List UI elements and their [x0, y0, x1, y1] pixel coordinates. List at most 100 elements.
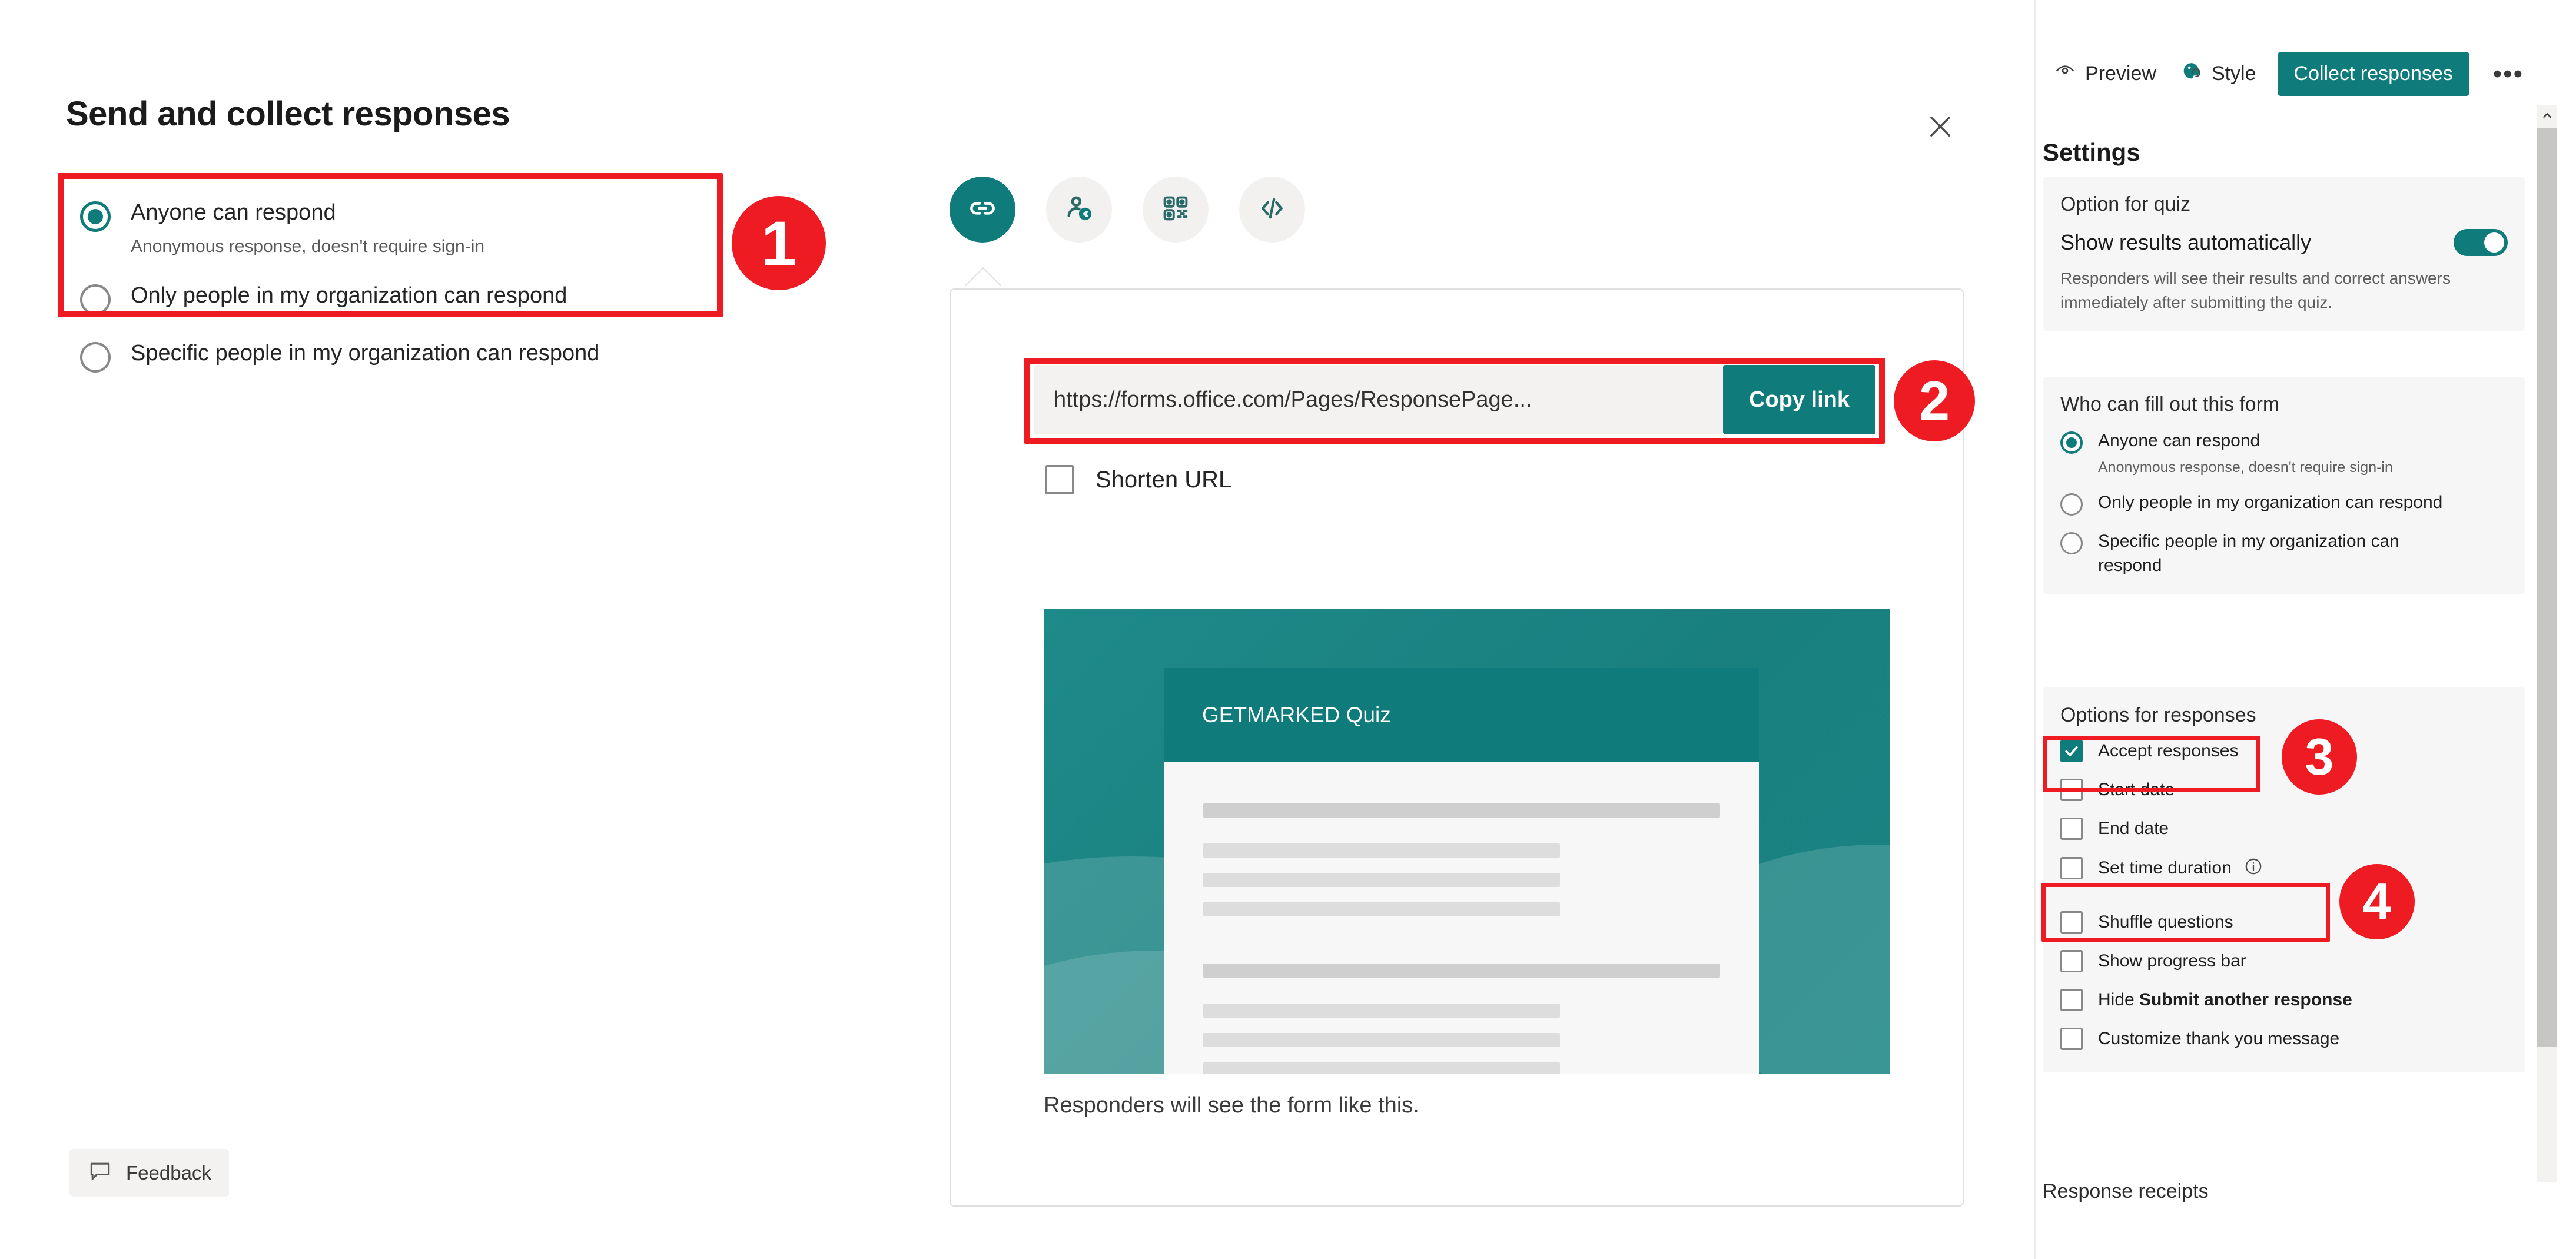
- eye-icon: [2054, 61, 2076, 87]
- audience-option-label: Anyone can respond: [131, 200, 336, 225]
- settings-audience-org[interactable]: Only people in my organization can respo…: [2060, 491, 2508, 516]
- option-customize-thank-you[interactable]: Customize thank you message: [2060, 1028, 2508, 1050]
- checkbox-start-date[interactable]: [2060, 779, 2083, 801]
- feedback-button[interactable]: Feedback: [69, 1149, 229, 1197]
- settings-group-audience: Who can fill out this form Anyone can re…: [2043, 377, 2525, 594]
- option-label: Shuffle questions: [2098, 912, 2233, 932]
- show-results-toggle[interactable]: [2454, 229, 2508, 256]
- page-title: Send and collect responses: [66, 95, 510, 133]
- option-label: End date: [2098, 819, 2169, 838]
- settings-scrollbar-thumb[interactable]: [2537, 128, 2557, 1047]
- tab-invite-people[interactable]: [1046, 177, 1112, 243]
- feedback-label: Feedback: [126, 1161, 211, 1184]
- qr-code-icon: [1160, 193, 1191, 227]
- shorten-url-label: Shorten URL: [1096, 466, 1232, 493]
- person-share-icon: [1063, 192, 1096, 228]
- shorten-url-row[interactable]: Shorten URL: [1045, 465, 1231, 494]
- audience-option-sub: Anonymous response, doesn't require sign…: [131, 236, 485, 256]
- skeleton-line: [1203, 902, 1560, 916]
- top-toolbar: Preview Style Collect responses •••: [2043, 52, 2537, 96]
- skeleton-line: [1203, 1033, 1560, 1047]
- scroll-up-icon[interactable]: [2537, 105, 2557, 126]
- screen-root: Send and collect responses Anyone can re…: [0, 0, 2576, 1259]
- skeleton-line: [1203, 873, 1560, 887]
- radio-only-people-in-org[interactable]: [80, 284, 111, 315]
- info-icon[interactable]: [2243, 856, 2263, 879]
- settings-radio-only-org[interactable]: [2060, 493, 2083, 516]
- settings-audience-anyone[interactable]: Anyone can respond Anonymous response, d…: [2060, 429, 2508, 477]
- settings-audience-sub: Anonymous response, doesn't require sign…: [2098, 459, 2393, 476]
- option-label: Hide Submit another response: [2098, 990, 2352, 1009]
- skeleton-line: [1203, 964, 1720, 978]
- preview-form-title: GETMARKED Quiz: [1202, 703, 1391, 727]
- share-link-input[interactable]: https://forms.office.com/Pages/ResponseP…: [1034, 365, 1723, 434]
- share-tabs: [950, 177, 1305, 243]
- close-icon[interactable]: [1917, 103, 1964, 150]
- option-end-date[interactable]: End date: [2060, 818, 2508, 840]
- option-shuffle-questions[interactable]: Shuffle questions: [2060, 911, 2508, 934]
- skeleton-line: [1203, 1004, 1560, 1018]
- radio-anyone-can-respond[interactable]: [80, 201, 111, 232]
- option-label: Start date: [2098, 780, 2175, 799]
- preview-label: Preview: [2085, 62, 2156, 85]
- more-options-icon[interactable]: •••: [2480, 61, 2537, 88]
- option-show-progress-bar[interactable]: Show progress bar: [2060, 950, 2508, 972]
- preview-form-card: GETMARKED Quiz: [1164, 668, 1759, 1074]
- option-label: Customize thank you message: [2098, 1029, 2340, 1048]
- preview-button[interactable]: Preview: [2043, 52, 2168, 95]
- tab-qr-code[interactable]: [1143, 177, 1209, 243]
- settings-audience-label: Only people in my organization can respo…: [2098, 493, 2443, 512]
- palette-icon: [2180, 60, 2202, 88]
- callout-badge-3: 3: [2282, 719, 2357, 795]
- style-label: Style: [2211, 62, 2256, 85]
- show-results-label: Show results automatically: [2060, 230, 2312, 254]
- checkbox-set-time-duration[interactable]: [2060, 856, 2083, 879]
- settings-group-quiz: Option for quiz Show results automatical…: [2043, 177, 2525, 331]
- tab-link[interactable]: [950, 177, 1015, 243]
- settings-radio-specific-org[interactable]: [2060, 532, 2083, 554]
- preview-form-header: GETMARKED Quiz: [1164, 668, 1759, 762]
- skeleton-line: [1203, 843, 1560, 858]
- audience-option-org[interactable]: Only people in my organization can respo…: [66, 271, 737, 325]
- option-set-time-duration[interactable]: Set time duration: [2060, 856, 2508, 879]
- option-label: Show progress bar: [2098, 951, 2246, 971]
- form-preview-thumbnail: GETMARKED Quiz: [1044, 609, 1890, 1074]
- copy-link-button[interactable]: Copy link: [1722, 365, 1875, 434]
- embed-code-icon: [1256, 192, 1288, 227]
- shorten-url-checkbox[interactable]: [1045, 465, 1074, 494]
- callout-badge-4: 4: [2339, 864, 2415, 939]
- settings-title: Settings: [2043, 138, 2140, 166]
- tab-embed[interactable]: [1239, 177, 1305, 243]
- checkbox-hide-submit-another[interactable]: [2060, 989, 2083, 1011]
- audience-option-label: Specific people in my organization can r…: [131, 341, 600, 366]
- settings-audience-label: Anyone can respond: [2098, 431, 2260, 450]
- style-button[interactable]: Style: [2168, 52, 2268, 96]
- audience-option-specific[interactable]: Specific people in my organization can r…: [66, 329, 737, 383]
- option-start-date[interactable]: Start date: [2060, 779, 2508, 801]
- comment-icon: [87, 1158, 113, 1187]
- settings-audience-label: Specific people in my organization can r…: [2098, 531, 2399, 575]
- skeleton-line: [1203, 1062, 1560, 1074]
- checkbox-customize-thank-you[interactable]: [2060, 1028, 2083, 1050]
- checkbox-show-progress-bar[interactable]: [2060, 950, 2083, 972]
- response-receipts-title: Response receipts: [2043, 1180, 2209, 1202]
- checkbox-shuffle-questions[interactable]: [2060, 911, 2083, 934]
- checkbox-accept-responses[interactable]: [2060, 740, 2083, 762]
- audience-radio-group: Anyone can respond Anonymous response, d…: [66, 188, 737, 383]
- collect-responses-button[interactable]: Collect responses: [2277, 52, 2469, 96]
- show-results-row[interactable]: Show results automatically: [2060, 229, 2508, 256]
- share-link-row: https://forms.office.com/Pages/ResponseP…: [1034, 365, 1875, 434]
- callout-badge-2: 2: [1894, 360, 1975, 441]
- audience-option-anyone[interactable]: Anyone can respond Anonymous response, d…: [66, 188, 737, 268]
- option-hide-submit-another[interactable]: Hide Submit another response: [2060, 989, 2508, 1011]
- settings-audience-specific[interactable]: Specific people in my organization can r…: [2060, 530, 2508, 577]
- checkbox-end-date[interactable]: [2060, 818, 2083, 840]
- quiz-help-text: Responders will see their results and co…: [2060, 269, 2451, 311]
- option-label: Accept responses: [2098, 741, 2239, 760]
- settings-radio-anyone[interactable]: [2060, 431, 2083, 454]
- radio-specific-people-in-org[interactable]: [80, 342, 111, 373]
- callout-badge-1: 1: [732, 196, 826, 290]
- preview-form-body: [1164, 762, 1759, 1074]
- preview-caption: Responders will see the form like this.: [1044, 1093, 1419, 1118]
- quiz-group-title: Option for quiz: [2060, 193, 2191, 215]
